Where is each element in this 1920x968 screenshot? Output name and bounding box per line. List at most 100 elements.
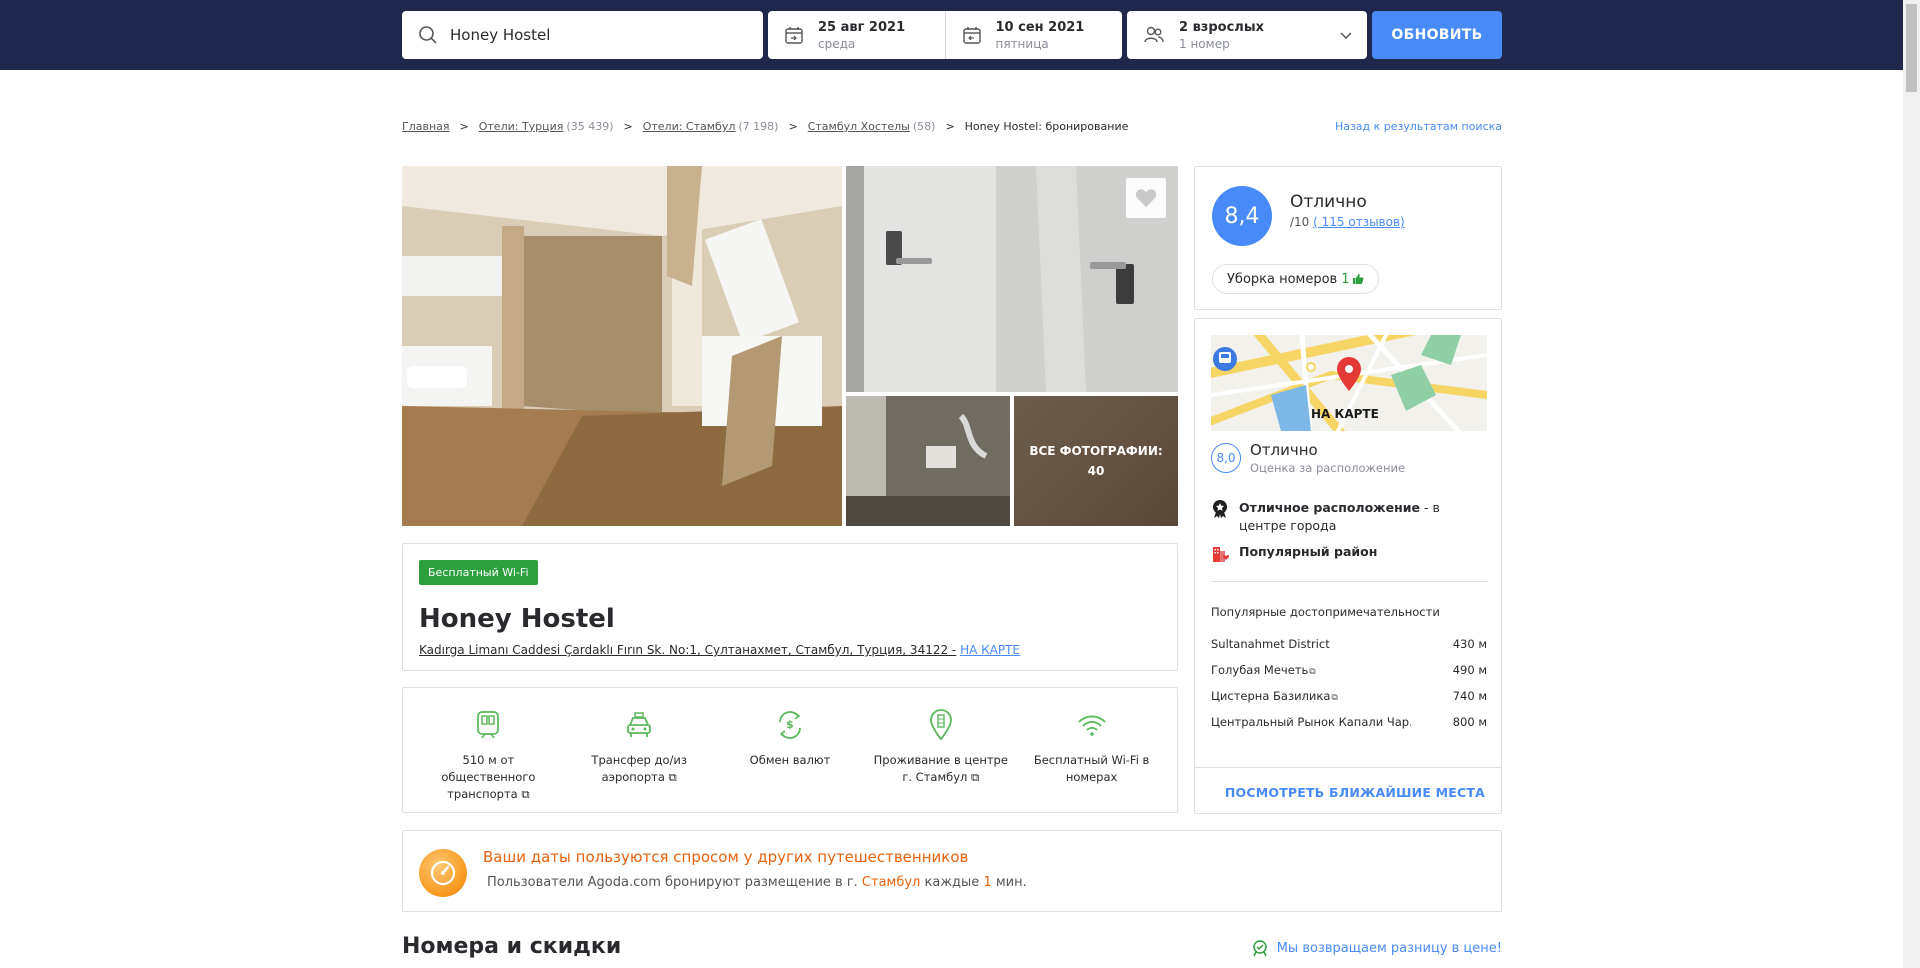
map-label: НА КАРТЕ	[1311, 407, 1379, 421]
highlight2-text: Популярный район	[1239, 544, 1378, 559]
search-icon	[419, 26, 437, 44]
divider	[1195, 767, 1501, 768]
poi-name: Центральный Рынок Капали Чар...	[1211, 715, 1411, 729]
breadcrumb-turkey[interactable]: Отели: Турция	[479, 120, 564, 133]
checkin-date-value: 25 авг 2021	[818, 19, 906, 35]
all-photos-overlay[interactable]: ВСЕ ФОТОГРАФИИ: 40	[1014, 396, 1178, 526]
feature-label: Обмен валют	[749, 753, 831, 767]
price-guarantee-link[interactable]: Мы возвращаем разницу в цене!	[1251, 939, 1502, 957]
search-field[interactable]: Honey Hostel	[402, 11, 763, 59]
free-wifi-badge: Бесплатный Wi-Fi	[419, 560, 538, 585]
hotel-address: Kadırga Limanı Caddesi Çardaklı Fırın Sk…	[419, 643, 1020, 657]
breadcrumb-current: Honey Hostel: бронирование	[964, 120, 1129, 133]
hotel-name: Honey Hostel	[419, 604, 615, 634]
feature-public-transport[interactable]: 510 м от общественного транспорта ⧉	[413, 708, 564, 812]
location-card: НА КАРТЕ 8,0 Отлично Оценка за расположе…	[1194, 318, 1502, 814]
pois-title: Популярные достопримечательности	[1211, 605, 1440, 619]
search-header: Honey Hostel 25 авг 2021 среда 10 сен 20…	[0, 0, 1903, 70]
feature-free-wifi[interactable]: Бесплатный Wi-Fi в номерах	[1016, 708, 1167, 812]
breadcrumb-count: (58)	[912, 120, 936, 133]
breadcrumb-home[interactable]: Главная	[402, 120, 450, 133]
poi-item[interactable]: Центральный Рынок Капали Чар... 800 м	[1211, 715, 1487, 729]
scrollbar-thumb[interactable]	[1906, 4, 1917, 92]
date-picker[interactable]: 25 авг 2021 среда 10 сен 2021 пятница	[768, 11, 1122, 59]
search-input[interactable]: Honey Hostel	[450, 26, 550, 44]
poi-distance: 430 м	[1452, 637, 1487, 651]
taxi-icon	[627, 712, 652, 737]
rooms-section-title: Номера и скидки	[402, 934, 622, 959]
all-photos-label: ВСЕ ФОТОГРАФИИ:	[1029, 444, 1163, 458]
cleanliness-pill[interactable]: Уборка номеров 1	[1212, 264, 1379, 294]
hotel-photo-door[interactable]	[846, 166, 1178, 392]
wifi-icon	[1077, 715, 1106, 736]
page-scrollbar[interactable]	[1903, 0, 1920, 968]
breadcrumb-count: (7 198)	[738, 120, 779, 133]
back-to-results-link[interactable]: Назад к результатам поиска	[1335, 120, 1502, 133]
checkin-date[interactable]: 25 авг 2021 среда	[768, 11, 945, 59]
cleanliness-count: 1	[1341, 271, 1350, 287]
calendar-checkout-icon	[962, 27, 981, 44]
review-score: 8,4	[1212, 186, 1272, 246]
guests-icon	[1144, 26, 1164, 43]
reviews-link[interactable]: ( 115 отзывов)	[1313, 215, 1405, 229]
checkout-date-value: 10 сен 2021	[995, 19, 1085, 35]
award-icon	[1213, 500, 1227, 518]
all-photos-tile[interactable]: ВСЕ ФОТОГРАФИИ: 40	[1014, 396, 1178, 526]
highlight1-bold: Отличное расположение	[1239, 500, 1420, 515]
currency-exchange-icon: $	[779, 711, 801, 739]
breadcrumb-separator: >	[788, 120, 798, 133]
score-out-of: /10	[1290, 215, 1310, 229]
breadcrumb-istanbul[interactable]: Отели: Стамбул	[643, 120, 736, 133]
external-link-icon: ⧉	[664, 770, 677, 784]
hotel-photo-bathroom[interactable]	[846, 396, 1010, 526]
demand-city: Стамбул	[861, 875, 921, 890]
hotel-photo-main[interactable]	[402, 166, 842, 526]
poi-item[interactable]: Голубая Мечеть⧉ 490 м	[1211, 663, 1487, 677]
checkout-day: пятница	[995, 36, 1049, 51]
demand-text: Пользователи Agoda.com бронируют размеще…	[487, 875, 1027, 890]
external-link-icon: ⧉	[1309, 667, 1316, 677]
feature-airport-transfer[interactable]: Трансфер до/из аэропорта ⧉	[564, 708, 715, 812]
city-heart-icon	[1213, 547, 1230, 562]
heart-icon	[1135, 189, 1157, 208]
external-link-icon: ⧉	[517, 787, 530, 801]
update-button[interactable]: ОБНОВИТЬ	[1372, 11, 1502, 59]
highlight-great-location: Отличное расположение - в центре города	[1211, 499, 1491, 535]
calendar-checkin-icon	[785, 27, 803, 44]
breadcrumb-separator: >	[945, 120, 955, 133]
breadcrumb-count: (35 439)	[566, 120, 614, 133]
bunk-room-image	[402, 166, 842, 526]
cleanliness-label: Уборка номеров	[1227, 271, 1338, 287]
demand-minutes: 1	[983, 875, 992, 890]
checkout-date[interactable]: 10 сен 2021 пятница	[944, 11, 1123, 59]
poi-item[interactable]: Sultanahmet District 430 м	[1211, 637, 1487, 651]
breadcrumb-separator: >	[623, 120, 633, 133]
breadcrumb-hostels[interactable]: Стамбул Хостелы	[808, 120, 910, 133]
poi-name: Цистерна Базилика	[1211, 689, 1331, 703]
show-on-map-link[interactable]: НА КАРТЕ	[960, 643, 1020, 657]
speedometer-icon	[419, 849, 467, 897]
view-nearby-places-link[interactable]: ПОСМОТРЕТЬ БЛИЖАЙШИЕ МЕСТА	[1225, 785, 1485, 800]
hotel-info-card: Бесплатный Wi-Fi Honey Hostel Kadırga Li…	[402, 543, 1178, 671]
photo-gallery: ВСЕ ФОТОГРАФИИ: 40	[402, 166, 1178, 526]
location-score: 8,0	[1211, 443, 1241, 473]
price-guarantee-icon	[1252, 940, 1267, 957]
chevron-down-icon	[1340, 32, 1352, 40]
address-text[interactable]: Kadırga Limanı Caddesi Çardaklı Fırın Sk…	[419, 643, 956, 657]
feature-city-center[interactable]: Проживание в центре г. Стамбул ⧉	[865, 708, 1016, 812]
feature-currency-exchange[interactable]: $ Обмен валют	[715, 708, 866, 812]
guests-selector[interactable]: 2 взрослых 1 номер	[1127, 11, 1367, 59]
poi-item[interactable]: Цистерна Базилика⧉ 740 м	[1211, 689, 1487, 703]
guests-count: 2 взрослых	[1179, 19, 1264, 35]
breadcrumb: Главная > Отели: Турция (35 439) > Отели…	[402, 120, 1128, 133]
poi-distance: 800 м	[1452, 715, 1487, 729]
breadcrumb-separator: >	[459, 120, 469, 133]
highlight-popular-area: Популярный район	[1211, 543, 1377, 568]
external-link-icon: ⧉	[1331, 693, 1338, 703]
favorite-button[interactable]	[1126, 178, 1166, 218]
map-preview[interactable]: НА КАРТЕ	[1211, 335, 1487, 431]
demand-title: Ваши даты пользуются спросом у других пу…	[483, 848, 969, 866]
poi-distance: 490 м	[1452, 663, 1487, 677]
rooms-count: 1 номер	[1179, 36, 1230, 51]
demand-text-1: Пользователи Agoda.com бронируют размеще…	[487, 875, 858, 890]
